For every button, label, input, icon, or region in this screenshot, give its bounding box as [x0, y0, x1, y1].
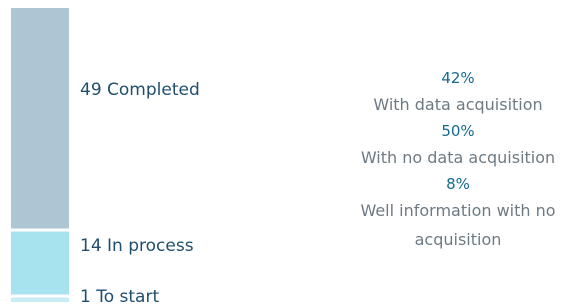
label-in-process: 14 In process: [80, 235, 194, 256]
stat-label-no-acquisition: With no data acquisition: [360, 148, 556, 167]
label-to-start: 1 To start: [80, 287, 160, 307]
bar-segment-completed: [11, 8, 69, 229]
label-completed: 49 Completed: [80, 79, 200, 100]
bar-segment-in-process: [11, 231, 69, 295]
stat-label-well-info: Well information with no acquisition: [360, 201, 556, 249]
well-status-chart: 49 Completed 14 In process 1 To start 42…: [0, 0, 572, 307]
stat-label-with-acquisition: With data acquisition: [373, 95, 543, 114]
bar-segment-to-start: [11, 297, 69, 302]
stat-percent-well-info: 8%: [446, 175, 470, 193]
acquisition-stats: 42% With data acquisition 50% With no da…: [340, 66, 572, 254]
stat-percent-with-acquisition: 42%: [441, 69, 475, 87]
stat-percent-no-acquisition: 50%: [441, 122, 475, 140]
